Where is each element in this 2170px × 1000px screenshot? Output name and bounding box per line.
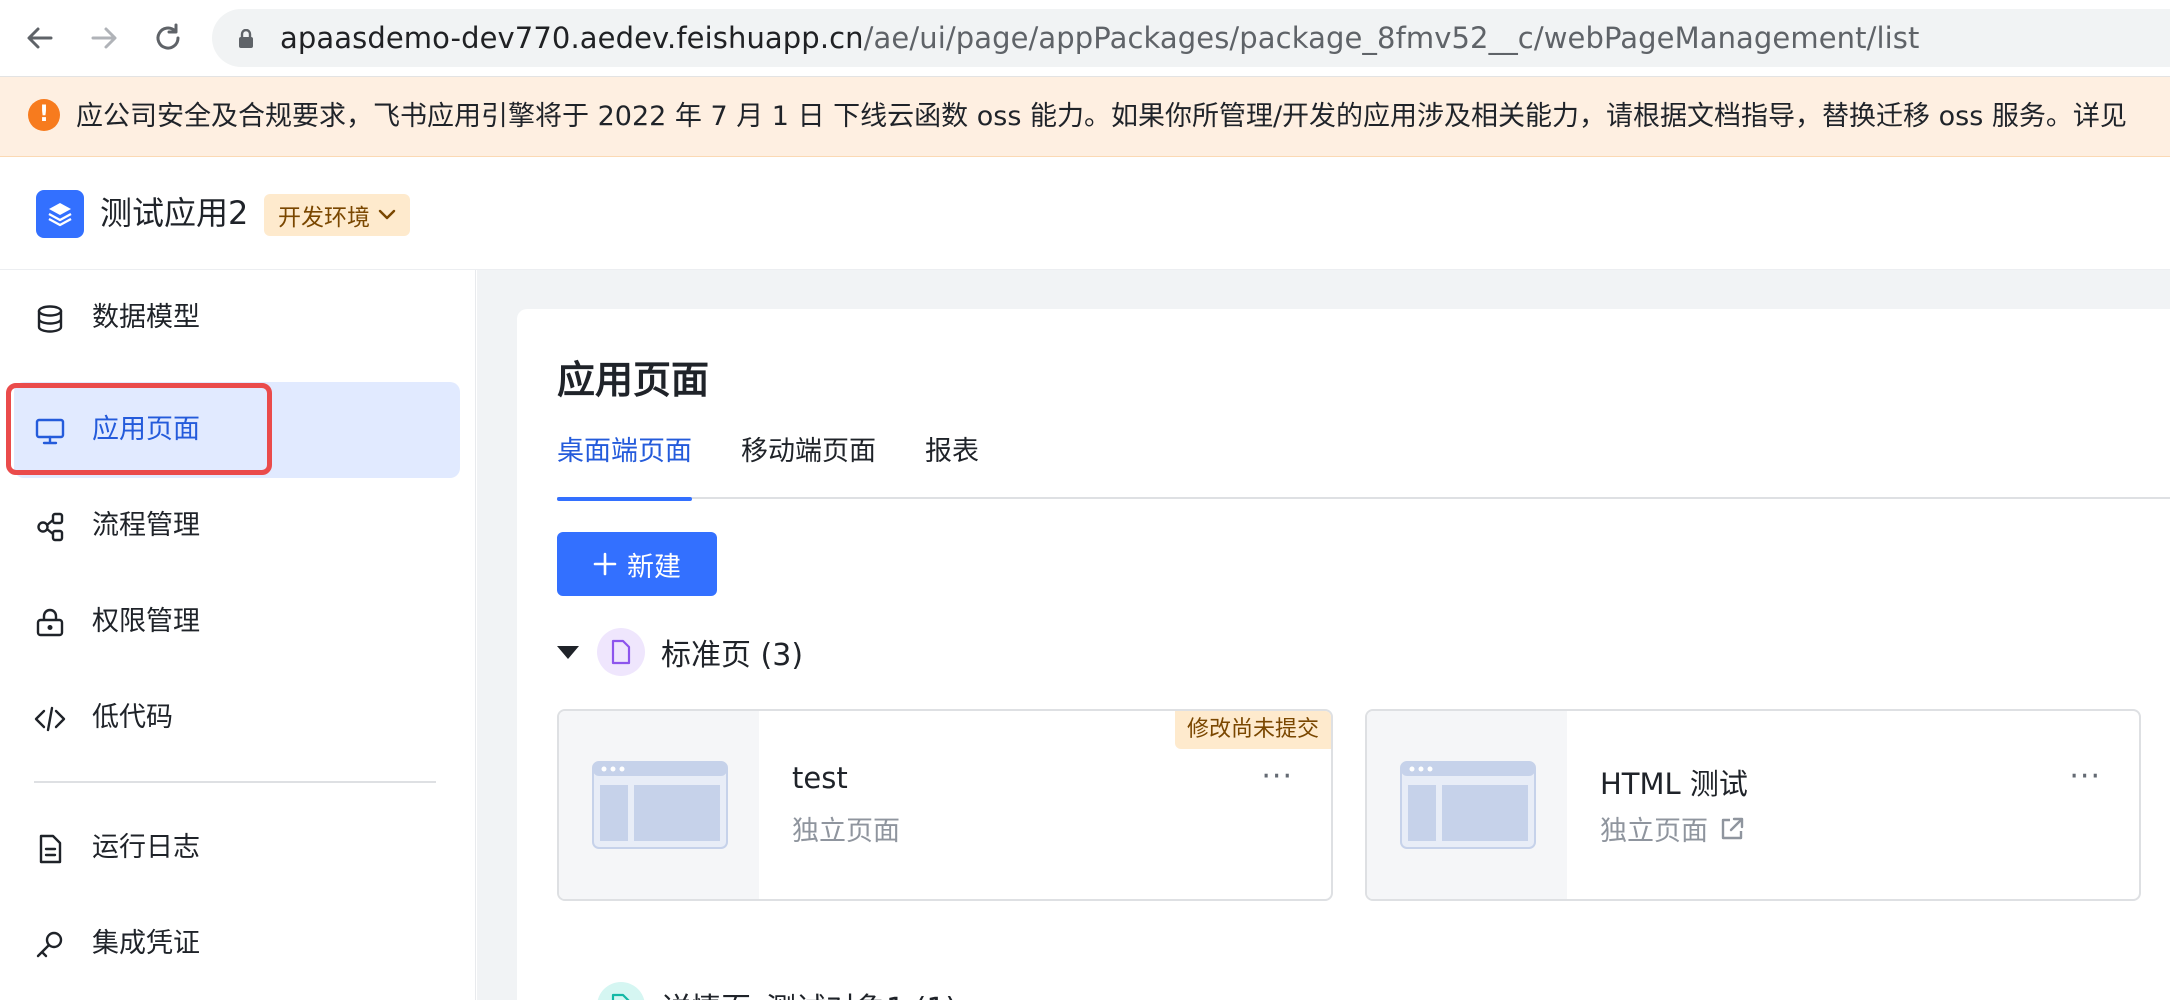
env-selector[interactable]: 开发环境	[264, 194, 410, 236]
main-card: 应用页面 桌面端页面 移动端页面 报表 新建 标准页 (3) test 独立页面…	[517, 309, 2170, 1000]
new-button[interactable]: 新建	[557, 532, 717, 596]
external-link-icon[interactable]	[1718, 815, 1746, 843]
page-thumbnail	[1367, 711, 1567, 899]
page-icon	[597, 982, 645, 1000]
tab-bar: 桌面端页面 移动端页面 报表	[557, 405, 2170, 501]
sidebar-item-credentials[interactable]: 集成凭证	[14, 896, 460, 992]
arrow-left-icon	[27, 27, 53, 49]
page-title: 应用页面	[557, 358, 710, 402]
database-icon	[37, 305, 63, 333]
sidebar-item-permissions[interactable]: 权限管理	[14, 574, 460, 670]
sidebar-divider	[34, 781, 436, 783]
sidebar-item-low-code[interactable]: 低代码	[14, 670, 460, 766]
address-bar[interactable]: apaasdemo-dev770.aedev.feishuapp.cn/ae/u…	[212, 9, 2170, 67]
sidebar-item-label: 流程管理	[92, 510, 200, 541]
page-name: test	[792, 761, 848, 795]
url-host: apaasdemo-dev770.aedev.feishuapp.cn	[280, 21, 864, 55]
sidebar: 数据模型 应用页面 流程管理 权限管理 低代码 运行日志 集成凭证	[0, 270, 476, 1000]
url-path: /ae/ui/page/appPackages/package_8fmv52__…	[863, 21, 1920, 55]
forward-button[interactable]	[84, 18, 124, 58]
url-text: apaasdemo-dev770.aedev.feishuapp.cn/ae/u…	[280, 9, 1919, 67]
notice-banner: ! 应公司安全及合规要求，飞书应用引擎将于 2022 年 7 月 1 日 下线云…	[0, 77, 2170, 157]
lock-icon	[36, 608, 64, 637]
tab-reports[interactable]: 报表	[925, 405, 979, 499]
page-name: HTML 测试	[1600, 767, 1748, 801]
page-type-label: 独立页面	[1600, 816, 1708, 847]
page-icon	[597, 628, 645, 676]
notice-text: 应公司安全及合规要求，飞书应用引擎将于 2022 年 7 月 1 日 下线云函数…	[76, 101, 2127, 132]
page-layout-icon	[592, 761, 728, 849]
caret-down-icon[interactable]	[557, 645, 579, 659]
page-type: 独立页面	[1600, 809, 1746, 848]
sidebar-item-label: 数据模型	[92, 302, 200, 333]
tab-mobile-pages[interactable]: 移动端页面	[741, 405, 876, 499]
unsubmitted-badge: 修改尚未提交	[1174, 711, 1331, 749]
sidebar-item-label: 权限管理	[92, 606, 200, 637]
app-name: 测试应用2	[100, 194, 249, 232]
app-header: 测试应用2 开发环境	[0, 157, 2170, 270]
page-thumbnail	[559, 711, 759, 899]
sidebar-item-data-model[interactable]: 数据模型	[14, 270, 460, 366]
reload-icon	[156, 23, 180, 50]
new-button-label: 新建	[627, 551, 681, 583]
code-icon	[34, 706, 66, 732]
flow-icon	[37, 512, 64, 542]
page-card[interactable]: HTML 测试 独立页面 ···	[1365, 709, 2141, 901]
sidebar-item-label: 运行日志	[92, 832, 200, 863]
more-options-icon[interactable]: ···	[1261, 759, 1293, 794]
page-type: 独立页面	[792, 809, 900, 848]
warning-icon: !	[28, 99, 60, 131]
sidebar-item-label: 集成凭证	[92, 928, 200, 959]
env-label: 开发环境	[278, 205, 370, 231]
group-header-standard[interactable]: 标准页 (3)	[557, 627, 803, 677]
sidebar-item-flow[interactable]: 流程管理	[14, 478, 460, 574]
tab-desktop-pages[interactable]: 桌面端页面	[557, 405, 692, 501]
group-header-detail[interactable]: 详情页_测试对象1 (1)	[557, 981, 957, 1000]
sidebar-item-label: 应用页面	[92, 414, 200, 445]
group-title: 标准页 (3)	[661, 638, 804, 673]
sidebar-item-app-pages[interactable]: 应用页面	[14, 382, 460, 478]
document-icon	[39, 834, 62, 864]
browser-toolbar: apaasdemo-dev770.aedev.feishuapp.cn/ae/u…	[0, 0, 2170, 77]
key-icon	[36, 931, 63, 958]
page-type-label: 独立页面	[792, 816, 900, 847]
back-button[interactable]	[20, 18, 60, 58]
page-layout-icon	[1400, 761, 1536, 849]
page-card[interactable]: test 独立页面 ··· 修改尚未提交	[557, 709, 1333, 901]
plus-icon	[593, 552, 617, 576]
monitor-icon	[35, 418, 65, 445]
chevron-down-icon	[378, 209, 396, 220]
app-logo-icon	[36, 190, 84, 238]
reload-button[interactable]	[148, 18, 188, 58]
lock-icon[interactable]	[238, 29, 254, 49]
arrow-right-icon	[91, 27, 117, 49]
group-title: 详情页_测试对象1 (1)	[661, 984, 957, 1000]
sidebar-item-label: 低代码	[92, 702, 173, 733]
sidebar-item-run-log[interactable]: 运行日志	[14, 800, 460, 896]
more-options-icon[interactable]: ···	[2069, 759, 2101, 794]
